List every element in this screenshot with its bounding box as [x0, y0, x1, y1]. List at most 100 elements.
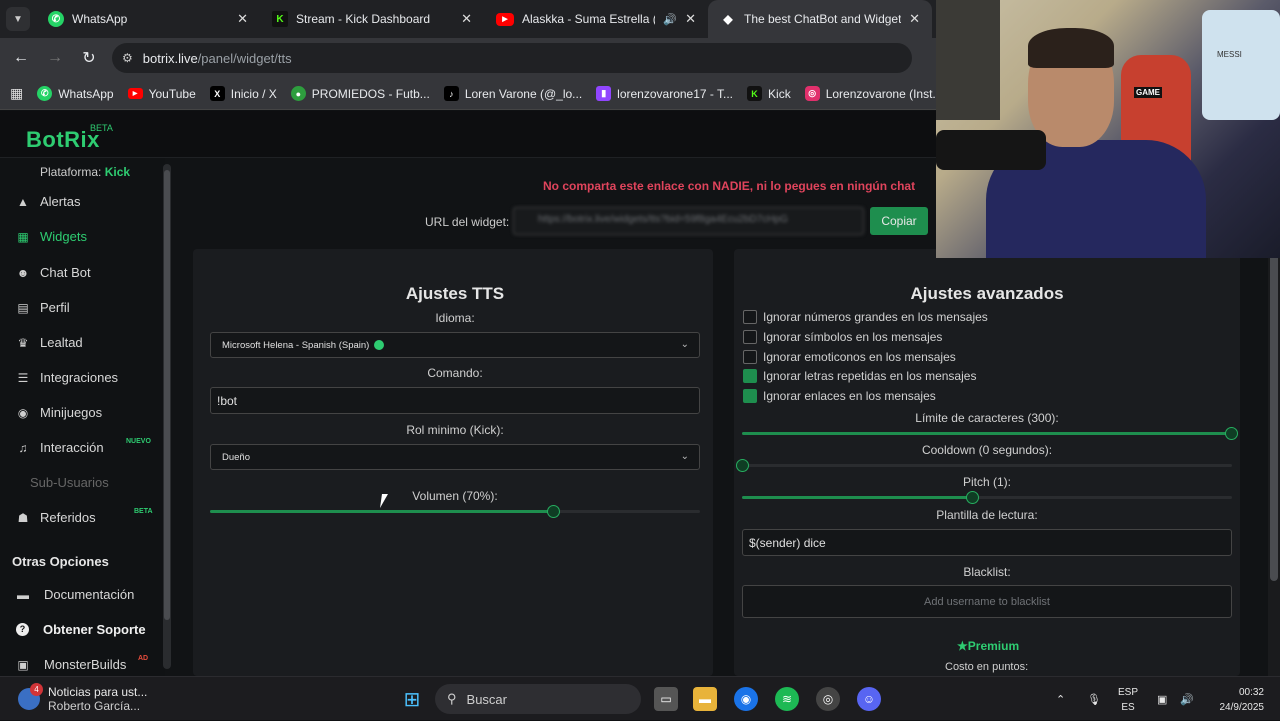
checkbox-ignore-symbols[interactable]: Ignorar símbolos en los mensajes: [743, 330, 942, 344]
news-widget[interactable]: 4 Noticias para ust... Roberto García...: [18, 683, 147, 713]
tab-whatsapp[interactable]: ✆ WhatsApp ✕: [36, 0, 260, 38]
template-input[interactable]: $(sender) dice: [742, 529, 1232, 556]
spotify-icon[interactable]: ≋: [775, 687, 799, 711]
sidebar-scrollbar[interactable]: [163, 164, 171, 669]
monster-icon: ▣: [17, 657, 29, 672]
comando-label: Comando:: [427, 366, 483, 380]
forward-icon[interactable]: →: [38, 49, 72, 67]
speaker-icon[interactable]: 🔊: [663, 13, 677, 26]
slider-handle[interactable]: [966, 491, 979, 504]
jersey-text: MESSI: [1217, 50, 1242, 59]
obs-icon[interactable]: ◎: [816, 687, 840, 711]
close-tab-icon[interactable]: ✕: [685, 11, 696, 27]
tray-overflow-icon[interactable]: ⌃: [1056, 677, 1065, 721]
close-tab-icon[interactable]: ✕: [909, 11, 920, 27]
checkbox[interactable]: [743, 330, 757, 344]
checkbox-ignore-links[interactable]: Ignorar enlaces en los mensajes: [743, 389, 936, 403]
checkbox-ignore-numbers[interactable]: Ignorar números grandes en los mensajes: [743, 310, 988, 324]
sidebar-item-alertas[interactable]: ▲ Alertas: [16, 194, 80, 209]
sidebar-item-soporte[interactable]: ? Obtener Soporte: [16, 622, 146, 637]
grid-icon: ▦: [17, 229, 29, 244]
youtube-icon: ▶: [127, 88, 143, 99]
taskbar-search[interactable]: ⚲ Buscar: [435, 684, 641, 714]
other-options-heading: Otras Opciones: [12, 554, 109, 569]
microphone: [936, 130, 1046, 170]
sidebar-item-perfil[interactable]: ▤ Perfil: [16, 300, 69, 315]
help-icon: ?: [16, 623, 29, 636]
widget-url-field[interactable]: https://botrix.live/widgets/tts?bid=59f8…: [513, 207, 864, 235]
sidebar-item-integraciones[interactable]: ☰ Integraciones: [16, 370, 118, 385]
volume-icon[interactable]: 🔊: [1180, 677, 1194, 721]
file-explorer-icon[interactable]: ▬: [693, 687, 717, 711]
bookmark-instagram[interactable]: ◎ Lorenzovarone (Inst...: [804, 86, 942, 101]
tab-youtube[interactable]: ▶ Alaskka - Suma Estrella (Vid 🔊 ✕: [484, 0, 708, 38]
rol-select[interactable]: Dueño ⌄: [210, 444, 700, 470]
pitch-slider[interactable]: [742, 491, 1232, 504]
close-tab-icon[interactable]: ✕: [237, 11, 248, 27]
tab-kick-dashboard[interactable]: K Stream - Kick Dashboard ✕: [260, 0, 484, 38]
sidebar-item-widgets[interactable]: ▦ Widgets: [16, 229, 87, 244]
close-tab-icon[interactable]: ✕: [461, 11, 472, 27]
slider-handle[interactable]: [736, 459, 749, 472]
webcam-overlay: MESSI GAME: [936, 0, 1280, 258]
sidebar-item-sub-usuarios[interactable]: Sub-Usuarios: [16, 475, 109, 490]
cooldown-slider[interactable]: [736, 459, 1232, 472]
checkbox[interactable]: [743, 310, 757, 324]
twitch-icon: ▮: [596, 86, 612, 101]
app-logo[interactable]: BotRix: [26, 127, 100, 153]
chrome-icon[interactable]: ◉: [734, 687, 758, 711]
network-icon[interactable]: ▣: [1157, 677, 1167, 721]
checkbox-ignore-repeated[interactable]: Ignorar letras repetidas en los mensajes: [743, 369, 976, 383]
task-view-icon[interactable]: ▭: [654, 687, 678, 711]
language-indicator[interactable]: ESP ES: [1118, 685, 1138, 715]
sidebar-item-referidos[interactable]: ☗ Referidos: [16, 510, 96, 525]
warning-icon: ▲: [17, 194, 29, 209]
sidebar: Plataforma: Kick ▲ Alertas ▦ Widgets ☻ Chat…: [0, 158, 165, 676]
windows-start-icon[interactable]: ⊞: [400, 687, 424, 711]
promiedos-icon: ●: [290, 86, 306, 101]
windows-taskbar: 4 Noticias para ust... Roberto García... …: [0, 676, 1280, 720]
bookmark-twitch[interactable]: ▮ lorenzovarone17 - T...: [596, 86, 733, 101]
discord-icon[interactable]: ☺: [857, 687, 881, 711]
limit-slider[interactable]: [742, 427, 1238, 440]
sidebar-item-interaccion[interactable]: ♫ Interacción: [16, 440, 104, 455]
sidebar-item-chat-bot[interactable]: ☻ Chat Bot: [16, 265, 91, 280]
url-host: botrix.live: [142, 50, 198, 66]
scrollbar-thumb[interactable]: [164, 170, 170, 620]
instagram-icon: ◎: [804, 86, 820, 101]
bookmark-tiktok[interactable]: ♪ Loren Varone (@_lo...: [443, 86, 582, 101]
microphone-icon[interactable]: 🎙: [1087, 677, 1101, 721]
checkbox-checked[interactable]: [743, 389, 757, 403]
bookmark-promiedos[interactable]: ● PROMIEDOS - Futb...: [290, 86, 430, 101]
tab-search-button[interactable]: ▼: [6, 7, 30, 31]
url-input[interactable]: ⚙ botrix.live/panel/widget/tts: [112, 43, 912, 73]
framed-jersey: [1202, 10, 1280, 120]
idioma-select[interactable]: Microsoft Helena - Spanish (Spain) ⌄: [210, 332, 700, 358]
bookmark-youtube[interactable]: ▶ YouTube: [127, 87, 196, 101]
back-icon[interactable]: ←: [4, 49, 38, 67]
sidebar-item-minijuegos[interactable]: ◉ Minijuegos: [16, 405, 102, 420]
tab-botrix[interactable]: ◆ The best ChatBot and Widgets ✕: [708, 0, 932, 38]
reload-icon[interactable]: ↻: [72, 48, 106, 68]
list-icon: ☰: [17, 370, 29, 385]
slider-handle[interactable]: [547, 505, 560, 518]
youtube-icon: ▶: [496, 12, 514, 26]
bookmark-x[interactable]: X Inicio / X: [209, 86, 277, 101]
comando-input[interactable]: !bot: [210, 387, 700, 414]
bookmark-kick[interactable]: K Kick: [747, 86, 791, 101]
checkbox-checked[interactable]: [743, 369, 757, 383]
sidebar-item-lealtad[interactable]: ♛ Lealtad: [16, 335, 83, 350]
checkbox[interactable]: [743, 350, 757, 364]
sidebar-item-documentacion[interactable]: ▬ Documentación: [16, 587, 134, 602]
site-info-icon[interactable]: ⚙: [122, 51, 133, 65]
copy-button[interactable]: Copiar: [870, 207, 928, 235]
sidebar-item-monsterbuilds[interactable]: ▣ MonsterBuilds: [16, 657, 126, 672]
checkbox-ignore-emotes[interactable]: Ignorar emoticonos en los mensajes: [743, 350, 956, 364]
apps-grid-icon[interactable]: ▦: [10, 85, 23, 102]
volumen-slider[interactable]: [210, 505, 700, 518]
chevron-down-icon: ⌄: [680, 451, 689, 462]
bookmark-whatsapp[interactable]: ✆ WhatsApp: [37, 86, 114, 101]
clock[interactable]: 00:32 24/9/2025: [1208, 685, 1265, 715]
slider-handle[interactable]: [1225, 427, 1238, 440]
blacklist-input[interactable]: Add username to blacklist: [742, 585, 1232, 618]
